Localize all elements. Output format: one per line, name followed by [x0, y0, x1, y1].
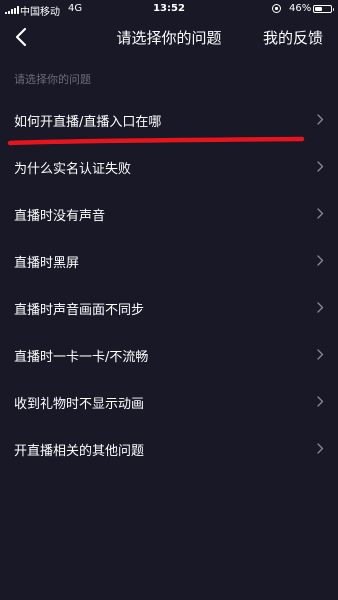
chevron-right-icon	[317, 443, 324, 454]
help-screen: 中国移动 4G 13:52 46% 请选择你的问题 我的反馈 请选择你的问题 如…	[0, 0, 338, 600]
question-label: 直播时黑屏	[14, 256, 80, 271]
question-label: 直播时一卡一卡/不流畅	[14, 350, 149, 365]
chevron-right-icon	[317, 161, 324, 172]
question-item[interactable]: 为什么实名认证失败	[0, 143, 338, 190]
status-time: 13:52	[153, 3, 185, 14]
question-label: 如何开直播/直播入口在哪	[14, 115, 162, 130]
question-item[interactable]: 收到礼物时不显示动画	[0, 378, 338, 425]
chevron-right-icon	[317, 396, 324, 407]
chevron-right-icon	[317, 349, 324, 360]
question-label: 直播时没有声音	[14, 209, 106, 224]
question-label: 直播时声音画面不同步	[14, 303, 145, 318]
question-label: 开直播相关的其他问题	[14, 444, 145, 459]
chevron-right-icon	[317, 208, 324, 219]
question-item[interactable]: 直播时一卡一卡/不流畅	[0, 331, 338, 378]
question-item[interactable]: 直播时声音画面不同步	[0, 284, 338, 331]
battery-icon	[313, 5, 334, 13]
question-item[interactable]: 开直播相关的其他问题	[0, 425, 338, 472]
battery-percentage: 46%	[289, 3, 312, 14]
rotation-lock-icon	[272, 4, 281, 13]
section-label: 请选择你的问题	[14, 73, 91, 86]
question-list: 如何开直播/直播入口在哪 为什么实名认证失败 直播时没有声音 直播时黑屏直播时声音画面…	[0, 96, 338, 472]
question-label: 为什么实名认证失败	[14, 162, 132, 177]
question-item[interactable]: 直播时黑屏	[0, 237, 338, 284]
nav-bar: 请选择你的问题 我的反馈	[0, 20, 338, 54]
my-feedback-button[interactable]: 我的反馈	[263, 27, 323, 48]
battery-fill	[315, 7, 322, 11]
chevron-right-icon	[317, 302, 324, 313]
question-label: 收到礼物时不显示动画	[14, 397, 145, 412]
status-bar: 中国移动 4G 13:52 46%	[0, 0, 338, 20]
chevron-right-icon	[317, 114, 324, 125]
question-item[interactable]: 直播时没有声音	[0, 190, 338, 237]
chevron-right-icon	[317, 255, 324, 266]
question-item[interactable]: 如何开直播/直播入口在哪	[0, 96, 338, 143]
